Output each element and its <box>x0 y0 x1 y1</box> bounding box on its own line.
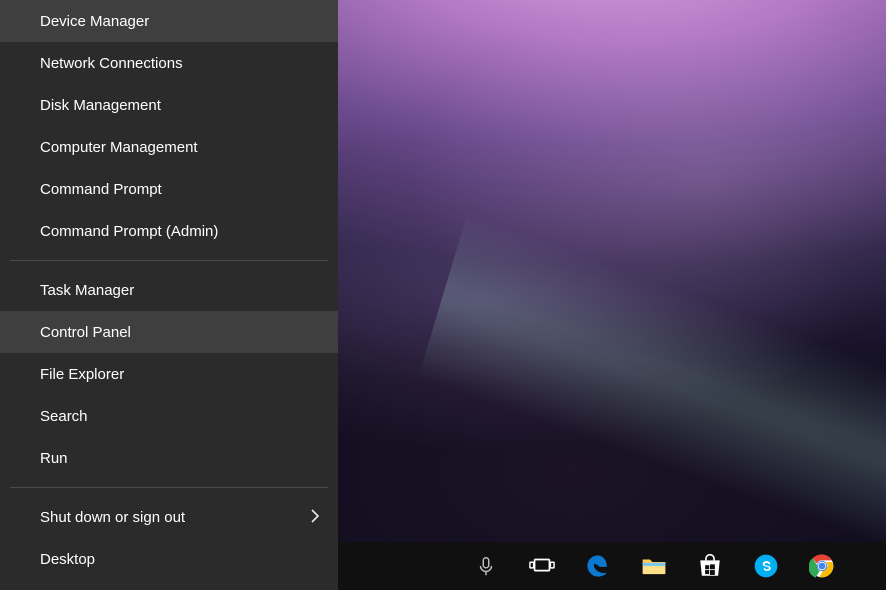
store-button[interactable] <box>682 542 738 590</box>
menu-item-command-prompt-admin[interactable]: Command Prompt (Admin) <box>0 210 338 252</box>
menu-separator <box>10 487 328 488</box>
menu-item-label: Command Prompt <box>40 181 162 198</box>
menu-item-disk-management[interactable]: Disk Management <box>0 84 338 126</box>
chrome-button[interactable] <box>794 542 850 590</box>
menu-item-label: Computer Management <box>40 139 198 156</box>
menu-item-desktop[interactable]: Desktop <box>0 538 338 580</box>
menu-item-task-manager[interactable]: Task Manager <box>0 269 338 311</box>
menu-item-command-prompt[interactable]: Command Prompt <box>0 168 338 210</box>
folder-icon <box>641 553 667 579</box>
menu-item-device-manager[interactable]: Device Manager <box>0 0 338 42</box>
menu-item-label: Disk Management <box>40 97 161 114</box>
menu-item-file-explorer[interactable]: File Explorer <box>0 353 338 395</box>
winx-menu: Device Manager Network Connections Disk … <box>0 0 338 590</box>
menu-item-computer-management[interactable]: Computer Management <box>0 126 338 168</box>
menu-item-label: Search <box>40 408 88 425</box>
menu-item-shut-down-or-sign-out[interactable]: Shut down or sign out <box>0 496 338 538</box>
file-explorer-button[interactable] <box>626 542 682 590</box>
menu-item-label: Run <box>40 450 68 467</box>
menu-item-label: File Explorer <box>40 366 124 383</box>
microphone-icon <box>475 555 497 577</box>
task-view-button[interactable] <box>514 542 570 590</box>
store-icon <box>697 553 723 579</box>
cortana-mic-button[interactable] <box>458 542 514 590</box>
taskbar <box>338 542 886 590</box>
menu-item-label: Network Connections <box>40 55 183 72</box>
menu-item-label: Shut down or sign out <box>40 509 185 526</box>
menu-item-network-connections[interactable]: Network Connections <box>0 42 338 84</box>
skype-icon <box>753 553 779 579</box>
edge-icon <box>585 553 611 579</box>
menu-item-control-panel[interactable]: Control Panel <box>0 311 338 353</box>
menu-separator <box>10 260 328 261</box>
menu-item-search[interactable]: Search <box>0 395 338 437</box>
menu-item-label: Task Manager <box>40 282 134 299</box>
menu-item-label: Desktop <box>40 551 95 568</box>
menu-item-label: Command Prompt (Admin) <box>40 223 218 240</box>
chevron-right-icon <box>310 509 320 526</box>
menu-item-label: Device Manager <box>40 13 149 30</box>
edge-button[interactable] <box>570 542 626 590</box>
menu-item-label: Control Panel <box>40 324 131 341</box>
chrome-icon <box>809 553 835 579</box>
task-view-icon <box>529 553 555 579</box>
menu-item-run[interactable]: Run <box>0 437 338 479</box>
skype-button[interactable] <box>738 542 794 590</box>
